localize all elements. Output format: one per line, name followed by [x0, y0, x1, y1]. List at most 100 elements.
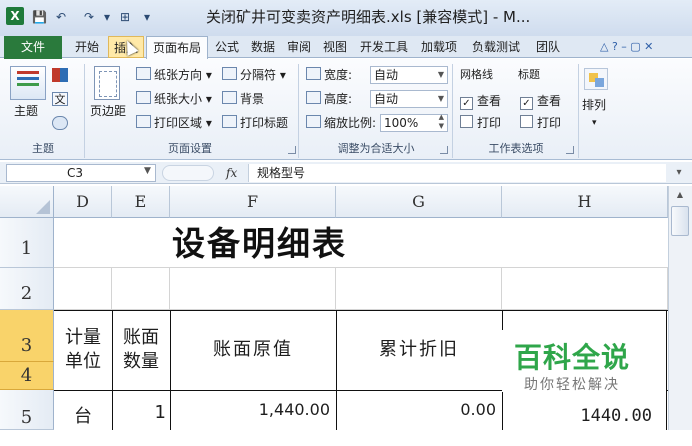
header-original-value[interactable]: 账面原值	[170, 338, 336, 362]
tab-addins[interactable]: 加载项	[416, 36, 462, 58]
headings-print-label: 打印	[537, 116, 562, 130]
save-icon[interactable]: 💾	[32, 8, 47, 26]
chevron-down-icon[interactable]: ▼	[144, 166, 151, 176]
tab-developer[interactable]: 开发工具	[354, 36, 414, 58]
page-setup-group-label: 页面设置	[168, 142, 212, 155]
print-area-icon	[136, 115, 151, 128]
column-header[interactable]: D	[54, 186, 112, 218]
tab-page-layout[interactable]: 页面布局	[146, 36, 208, 59]
background-icon	[222, 91, 237, 104]
row-header[interactable]: 2	[0, 268, 54, 310]
column-header[interactable]: G	[336, 186, 502, 218]
undo-icon[interactable]: ↶	[56, 8, 66, 26]
group-separator	[84, 64, 85, 158]
height-icon	[306, 91, 321, 104]
expand-formula-bar-icon[interactable]: ▾	[670, 164, 688, 182]
sheet-options-group-label: 工作表选项	[488, 142, 544, 155]
width-value: 自动	[374, 68, 399, 82]
column-header[interactable]: E	[112, 186, 170, 218]
header-accumulated-depreciation[interactable]: 累计折旧	[336, 338, 502, 362]
scale-launcher-icon[interactable]	[440, 146, 448, 154]
width-icon	[306, 67, 321, 80]
scroll-thumb[interactable]	[671, 206, 689, 236]
orientation-icon	[136, 67, 151, 80]
cell[interactable]	[502, 268, 668, 310]
check-icon: ✓	[520, 97, 533, 110]
cell[interactable]	[170, 268, 336, 310]
row-header[interactable]: 1	[0, 218, 54, 268]
zoom-spinner[interactable]: 100% ▲ ▼	[380, 113, 448, 132]
unchecked-box-icon	[460, 115, 473, 128]
formula-bar-splitter[interactable]	[162, 165, 214, 181]
grid-icon[interactable]: ⊞	[120, 8, 130, 26]
tab-data[interactable]: 数据	[246, 36, 280, 58]
breaks-button[interactable]: 分隔符 ▾	[222, 66, 286, 84]
arrange-icon[interactable]	[584, 68, 608, 90]
print-titles-button[interactable]: 打印标题	[222, 114, 288, 132]
row-header[interactable]: 5	[0, 390, 54, 430]
group-separator	[578, 64, 579, 158]
gridlines-print-checkbox[interactable]: 打印	[460, 114, 501, 132]
orientation-button[interactable]: 纸张方向 ▾	[136, 66, 212, 84]
themes-group-label: 主题	[32, 142, 54, 155]
header-unit[interactable]: 计量单位	[58, 326, 108, 374]
redo-icon[interactable]: ↷	[84, 8, 94, 26]
scroll-up-icon[interactable]: ▲	[672, 188, 688, 202]
chevron-down-icon: ▼	[437, 70, 444, 79]
headings-print-checkbox[interactable]: 打印	[520, 114, 561, 132]
name-box[interactable]: C3	[6, 164, 156, 182]
tab-load-test[interactable]: 负载测试	[464, 36, 528, 58]
row-header[interactable]: 3	[0, 310, 54, 362]
headings-view-checkbox[interactable]: ✓ 查看	[520, 92, 561, 110]
theme-colors-icon[interactable]	[52, 68, 68, 82]
spinner-arrows-icon[interactable]: ▲ ▼	[439, 113, 444, 131]
margins-button-label[interactable]: 页边距	[90, 102, 126, 120]
column-border	[666, 310, 667, 430]
cell[interactable]	[112, 268, 170, 310]
sheet-options-launcher-icon[interactable]	[566, 146, 574, 154]
tab-home[interactable]: 开始	[68, 36, 106, 58]
cell-original-value[interactable]: 1,440.00	[170, 400, 330, 419]
cell-accumulated-depreciation[interactable]: 0.00	[336, 400, 496, 419]
tab-team[interactable]: 团队	[530, 36, 566, 58]
tab-review[interactable]: 审阅	[282, 36, 316, 58]
ribbon-window-controls[interactable]: △ ? – ▢ ✕	[600, 36, 692, 58]
header-qty[interactable]: 账面数量	[116, 326, 166, 374]
print-area-button[interactable]: 打印区域 ▾	[136, 114, 212, 132]
themes-icon[interactable]	[10, 66, 46, 100]
cell[interactable]	[336, 268, 502, 310]
theme-fonts-icon[interactable]: 文	[52, 92, 68, 106]
width-dropdown[interactable]: 自动 ▼	[370, 66, 448, 84]
theme-effects-icon[interactable]	[52, 116, 68, 130]
breaks-icon	[222, 67, 237, 80]
chevron-down-icon[interactable]: ▾	[592, 114, 597, 132]
column-header[interactable]: H	[502, 186, 668, 218]
width-label: 宽度:	[306, 66, 352, 84]
formula-input[interactable]: 规格型号	[248, 164, 666, 182]
gridlines-view-checkbox[interactable]: ✓ 查看	[460, 92, 501, 110]
column-header[interactable]: F	[170, 186, 336, 218]
insert-function-icon[interactable]: fx	[226, 164, 244, 182]
qat-dropdown-icon[interactable]: ▾	[104, 8, 110, 26]
title-cell[interactable]	[54, 218, 668, 268]
watermark-subtitle: 助你轻松解决	[524, 377, 620, 393]
height-dropdown[interactable]: 自动 ▼	[370, 90, 448, 108]
tab-view[interactable]: 视图	[318, 36, 352, 58]
background-button[interactable]: 背景	[222, 90, 264, 108]
select-all-corner[interactable]	[0, 186, 54, 218]
gridlines-view-label: 查看	[477, 94, 502, 108]
themes-button-label[interactable]: 主题	[14, 102, 38, 120]
cell-unit[interactable]: 台	[54, 402, 112, 428]
margins-icon[interactable]	[94, 66, 120, 100]
excel-app-icon[interactable]: X	[6, 7, 24, 25]
tab-formulas[interactable]: 公式	[210, 36, 244, 58]
size-button[interactable]: 纸张大小 ▾	[136, 90, 212, 108]
customize-qat-icon[interactable]: ▾	[144, 8, 150, 26]
cell-h5[interactable]: 1440.00	[502, 406, 652, 426]
page-setup-launcher-icon[interactable]	[288, 146, 296, 154]
cell[interactable]	[54, 268, 112, 310]
cell-qty[interactable]: 1	[112, 402, 166, 423]
arrange-button-label[interactable]: 排列	[582, 96, 606, 114]
row-header[interactable]: 4	[0, 362, 54, 390]
tab-file[interactable]: 文件	[4, 36, 62, 59]
